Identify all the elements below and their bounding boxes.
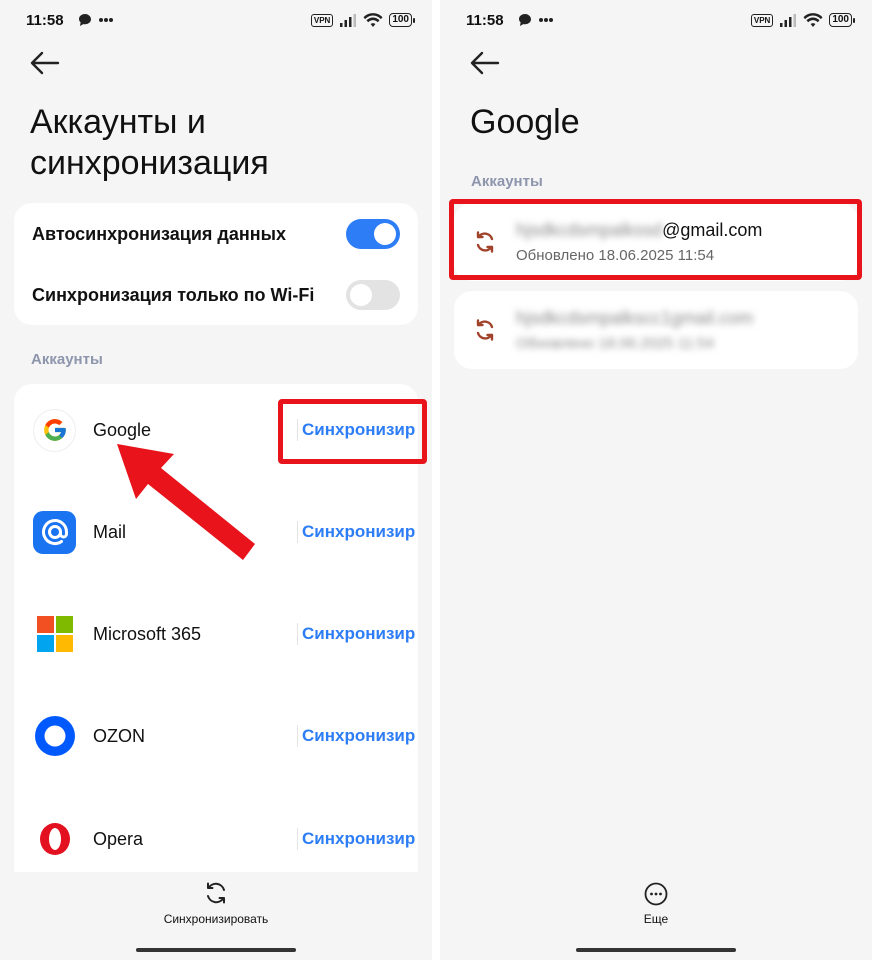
account-email-blurred: hjsdkcdsmpalkscc1gmail.com <box>516 308 754 328</box>
auto-sync-label: Автосинхронизация данных <box>32 223 286 244</box>
sync-icon <box>207 882 225 904</box>
ozon-icon <box>33 715 76 758</box>
toggle-knob <box>350 284 372 306</box>
sync-button-opera[interactable]: Синхронизировать <box>302 829 416 849</box>
wifi-icon <box>363 12 383 27</box>
account-name: OZON <box>93 725 145 746</box>
last-updated-blurred: Обновлено 18.06.2025 11:54 <box>516 335 715 352</box>
sync-all-button[interactable]: Синхронизировать <box>160 880 272 926</box>
account-sync-icon <box>476 319 494 341</box>
chat-notification-icon <box>78 14 91 26</box>
home-indicator[interactable] <box>136 948 296 952</box>
google-accounts-screen: 11:58 VPN 100 Google Аккаунты hjsdkcdsmp… <box>440 0 872 960</box>
status-time: 11:58 <box>466 11 504 29</box>
bottom-action-bar: Синхронизировать <box>0 872 432 960</box>
sync-button-microsoft[interactable]: Синхронизировать <box>302 624 416 644</box>
page-title: Google <box>470 103 580 141</box>
status-bar: 11:58 VPN 100 <box>440 0 872 40</box>
divider <box>297 828 298 850</box>
divider <box>297 725 298 747</box>
sync-all-label: Синхронизировать <box>163 912 269 926</box>
bottom-action-bar: Еще <box>440 872 872 960</box>
highlight-box-google-sync <box>278 399 427 464</box>
more-notifications-icon <box>538 18 553 22</box>
opera-icon <box>33 818 76 861</box>
home-indicator[interactable] <box>576 948 736 952</box>
account-name: Opera <box>93 828 144 849</box>
accounts-section-label: Аккаунты <box>471 173 543 190</box>
wifi-icon <box>803 12 823 27</box>
divider <box>297 623 298 645</box>
wifi-only-toggle[interactable] <box>346 280 400 310</box>
highlight-box-google-account <box>449 199 862 280</box>
auto-sync-row[interactable]: Автосинхронизация данных <box>14 204 418 264</box>
accounts-section-label: Аккаунты <box>31 351 103 368</box>
accounts-sync-screen: 11:58 VPN 100 Аккаунты и синхронизация А… <box>0 0 432 960</box>
more-notifications-icon <box>98 18 113 22</box>
status-bar: 11:58 VPN 100 <box>0 0 432 40</box>
signal-icon <box>340 14 357 27</box>
more-label: Еще <box>643 912 669 926</box>
mail-at-icon <box>33 510 76 554</box>
auto-sync-toggle[interactable] <box>346 219 400 249</box>
account-row-microsoft[interactable]: Microsoft 365 Синхронизировать <box>0 583 432 685</box>
divider <box>297 521 298 543</box>
toggle-knob <box>374 223 396 245</box>
sync-settings-card: Автосинхронизация данных Синхронизация т… <box>14 203 418 325</box>
vpn-badge: VPN <box>310 13 334 27</box>
microsoft-icon <box>33 613 76 656</box>
battery-indicator: 100 <box>829 13 855 27</box>
wifi-only-row[interactable]: Синхронизация только по Wi-Fi <box>14 265 418 325</box>
vpn-badge: VPN <box>750 13 774 27</box>
google-account-row[interactable]: hjsdkcdsmpalkscc1gmail.com Обновлено 18.… <box>454 291 858 369</box>
sync-button-ozon[interactable]: Синхронизировать <box>302 726 416 746</box>
account-name: Google <box>93 419 152 440</box>
battery-indicator: 100 <box>389 13 415 27</box>
account-name: Microsoft 365 <box>93 623 202 644</box>
google-icon <box>33 408 76 452</box>
chat-notification-icon <box>518 14 531 26</box>
page-title: Аккаунты и синхронизация <box>30 103 269 182</box>
status-time: 11:58 <box>26 11 64 29</box>
sync-button-mail[interactable]: Синхронизировать <box>302 522 416 542</box>
back-arrow-icon[interactable] <box>470 50 500 76</box>
signal-icon <box>780 14 797 27</box>
more-button[interactable]: Еще <box>630 882 682 926</box>
red-arrow-annotation <box>117 444 255 560</box>
back-arrow-icon[interactable] <box>30 50 60 76</box>
more-icon <box>644 882 668 906</box>
account-row-ozon[interactable]: OZON Синхронизировать <box>0 685 432 787</box>
wifi-only-label: Синхронизация только по Wi-Fi <box>32 284 315 305</box>
